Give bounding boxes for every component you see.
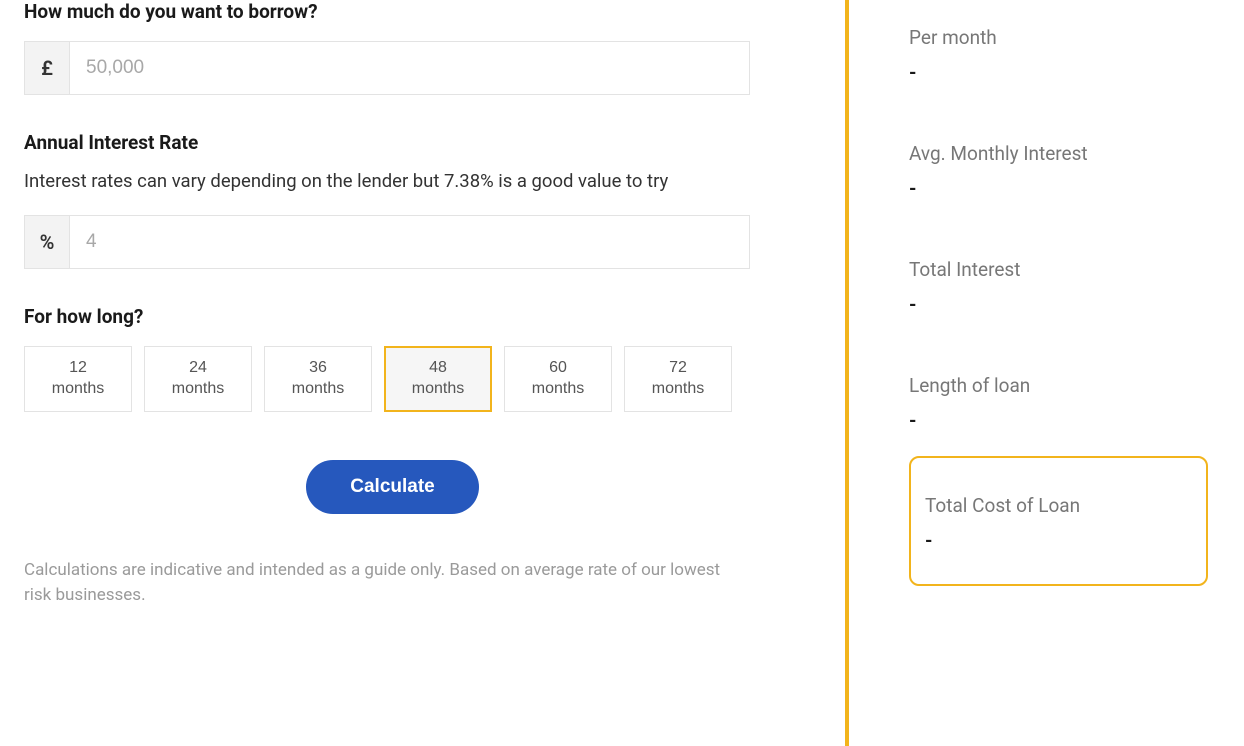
- total-cost-label: Total Cost of Loan: [925, 494, 1192, 517]
- per-month-label: Per month: [909, 26, 1208, 49]
- total-interest-label: Total Interest: [909, 258, 1208, 281]
- duration-option-number: 36: [309, 358, 327, 379]
- duration-option-number: 60: [549, 358, 567, 379]
- borrow-amount-input[interactable]: [70, 41, 750, 95]
- result-total-cost-box: Total Cost of Loan -: [909, 456, 1208, 586]
- duration-option-unit: months: [292, 379, 344, 400]
- rate-input-group: %: [24, 215, 821, 269]
- duration-label: For how long?: [24, 305, 821, 328]
- avg-monthly-interest-value: -: [909, 177, 1208, 200]
- avg-monthly-interest-label: Avg. Monthly Interest: [909, 142, 1208, 165]
- currency-prefix: £: [24, 41, 70, 95]
- duration-option-number: 24: [189, 358, 207, 379]
- form-panel: How much do you want to borrow? £ Annual…: [0, 0, 845, 746]
- result-per-month: Per month -: [909, 26, 1208, 84]
- calculate-button[interactable]: Calculate: [306, 460, 478, 514]
- duration-option-unit: months: [532, 379, 584, 400]
- total-interest-value: -: [909, 293, 1208, 316]
- results-panel: Per month - Avg. Monthly Interest - Tota…: [849, 0, 1244, 746]
- result-total-interest: Total Interest -: [909, 258, 1208, 316]
- duration-option-60[interactable]: 60months: [504, 346, 612, 412]
- duration-option-72[interactable]: 72months: [624, 346, 732, 412]
- duration-option-number: 12: [69, 358, 87, 379]
- rate-description: Interest rates can vary depending on the…: [24, 168, 744, 195]
- result-avg-monthly-interest: Avg. Monthly Interest -: [909, 142, 1208, 200]
- duration-option-24[interactable]: 24months: [144, 346, 252, 412]
- duration-option-unit: months: [172, 379, 224, 400]
- total-cost-value: -: [925, 529, 1192, 552]
- duration-option-36[interactable]: 36months: [264, 346, 372, 412]
- disclaimer-text: Calculations are indicative and intended…: [24, 558, 744, 609]
- duration-option-number: 48: [429, 358, 447, 379]
- duration-option-48[interactable]: 48months: [384, 346, 492, 412]
- duration-option-unit: months: [52, 379, 104, 400]
- duration-options: 12months24months36months48months60months…: [24, 346, 821, 412]
- interest-rate-input[interactable]: [70, 215, 750, 269]
- duration-option-unit: months: [412, 379, 464, 400]
- borrow-label: How much do you want to borrow?: [24, 0, 821, 23]
- duration-option-12[interactable]: 12months: [24, 346, 132, 412]
- borrow-input-group: £: [24, 41, 821, 95]
- per-month-value: -: [909, 61, 1208, 84]
- length-of-loan-value: -: [909, 409, 1208, 432]
- rate-label: Annual Interest Rate: [24, 131, 821, 154]
- percent-prefix: %: [24, 215, 70, 269]
- result-length-of-loan: Length of loan -: [909, 374, 1208, 432]
- length-of-loan-label: Length of loan: [909, 374, 1208, 397]
- duration-option-unit: months: [652, 379, 704, 400]
- duration-option-number: 72: [669, 358, 687, 379]
